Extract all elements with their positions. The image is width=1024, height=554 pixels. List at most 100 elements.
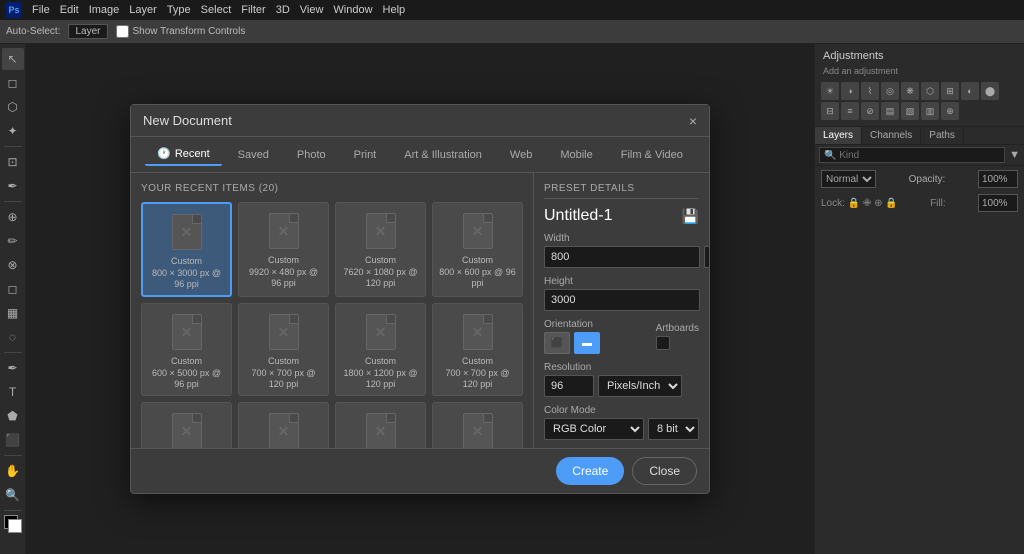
adj-posterize[interactable]: ▤ — [881, 102, 899, 120]
fill-input[interactable] — [978, 194, 1018, 212]
tool-crop[interactable]: ⊡ — [2, 151, 24, 173]
adj-contrast[interactable]: ◑ — [841, 82, 859, 100]
adj-channel-mixer[interactable]: ⊟ — [821, 102, 839, 120]
recent-item-11[interactable]: ✕ — [432, 402, 523, 448]
recent-item-2[interactable]: ✕ Custom 7620 × 1080 px @ 120 ppi — [335, 202, 426, 297]
tab-art-illustration[interactable]: Art & Illustration — [392, 145, 494, 165]
tool-gradient[interactable]: ▦ — [2, 302, 24, 324]
tab-mobile[interactable]: Mobile — [548, 145, 604, 165]
width-input[interactable] — [544, 246, 700, 268]
doc-icon-7: ✕ — [463, 314, 493, 350]
recent-item-7[interactable]: ✕ Custom 700 × 700 px @ 120 ppi — [432, 303, 523, 396]
save-preset-icon[interactable]: 💾 — [682, 208, 699, 225]
foreground-color-swatch[interactable] — [4, 515, 22, 533]
doc-icon-container: ✕ — [169, 411, 205, 448]
adj-brightness[interactable]: ☀ — [821, 82, 839, 100]
tool-path[interactable]: ⬟ — [2, 405, 24, 427]
recent-item-4[interactable]: ✕ Custom 600 × 5000 px @ 96 ppi — [141, 303, 232, 396]
tab-layers[interactable]: Layers — [815, 127, 862, 144]
close-dialog-button[interactable]: Close — [632, 457, 697, 485]
tab-photo[interactable]: Photo — [285, 145, 338, 165]
tool-brush[interactable]: ✏ — [2, 230, 24, 252]
adj-gradient-map[interactable]: ▥ — [921, 102, 939, 120]
tool-shape[interactable]: ⬛ — [2, 429, 24, 451]
adj-vibrance[interactable]: ❋ — [901, 82, 919, 100]
adj-bw[interactable]: ◐ — [961, 82, 979, 100]
portrait-button[interactable]: ⬛ — [544, 332, 570, 354]
item-label-5: Custom 700 × 700 px @ 120 ppi — [243, 356, 324, 391]
tool-eyedropper[interactable]: ✒ — [2, 175, 24, 197]
width-label: Width — [544, 233, 699, 244]
resolution-input[interactable] — [544, 375, 594, 397]
tool-magic-wand[interactable]: ✦ — [2, 120, 24, 142]
menu-layer[interactable]: Layer — [129, 4, 157, 16]
layers-search-input[interactable] — [819, 147, 1005, 163]
doc-icon-container: ✕ — [363, 312, 399, 352]
tool-type[interactable]: T — [2, 381, 24, 403]
blend-mode-select[interactable]: Normal — [821, 170, 876, 188]
menu-select[interactable]: Select — [201, 4, 232, 16]
tool-select[interactable]: ◻ — [2, 72, 24, 94]
tool-move[interactable]: ↖ — [2, 48, 24, 70]
tool-hand[interactable]: ✋ — [2, 460, 24, 482]
adj-color-lookup[interactable]: ≡ — [841, 102, 859, 120]
adj-threshold[interactable]: ▧ — [901, 102, 919, 120]
menu-window[interactable]: Window — [333, 4, 372, 16]
width-unit-select[interactable]: Pixels — [704, 246, 709, 268]
adj-selective-color[interactable]: ⊕ — [941, 102, 959, 120]
menu-3d[interactable]: 3D — [276, 4, 290, 16]
adj-curves[interactable]: ⌇ — [861, 82, 879, 100]
transform-checkbox[interactable] — [116, 25, 129, 38]
tool-dodge[interactable]: ◌ — [2, 326, 24, 348]
adj-exposure[interactable]: ◎ — [881, 82, 899, 100]
tab-print[interactable]: Print — [342, 145, 389, 165]
recent-item-3[interactable]: ✕ Custom 800 × 600 px @ 96 ppi — [432, 202, 523, 297]
menu-filter[interactable]: Filter — [241, 4, 265, 16]
recent-item-0[interactable]: ✕ Custom 800 × 3000 px @ 96 ppi — [141, 202, 232, 297]
menu-type[interactable]: Type — [167, 4, 191, 16]
menu-edit[interactable]: Edit — [60, 4, 79, 16]
recent-item-1[interactable]: ✕ Custom 9920 × 480 px @ 96 ppi — [238, 202, 329, 297]
recent-item-9[interactable]: ✕ — [238, 402, 329, 448]
tab-paths[interactable]: Paths — [921, 127, 964, 144]
recent-item-6[interactable]: ✕ Custom 1800 × 1200 px @ 120 ppi — [335, 303, 426, 396]
orientation-artboard-row: Orientation ⬛ ▬ Artboards — [544, 319, 699, 354]
color-mode-select[interactable]: RGB Color — [544, 418, 644, 440]
doc-icon-container: ✕ — [266, 411, 302, 448]
resolution-unit-select[interactable]: Pixels/Inch — [598, 375, 682, 397]
dialog-close-button[interactable]: × — [689, 114, 697, 128]
recent-item-5[interactable]: ✕ Custom 700 × 700 px @ 120 ppi — [238, 303, 329, 396]
tab-web[interactable]: Web — [498, 145, 544, 165]
recent-item-8[interactable]: ✕ — [141, 402, 232, 448]
menu-view[interactable]: View — [300, 4, 324, 16]
tool-lasso[interactable]: ⬡ — [2, 96, 24, 118]
menu-help[interactable]: Help — [383, 4, 406, 16]
adj-invert[interactable]: ⊘ — [861, 102, 879, 120]
tab-channels[interactable]: Channels — [862, 127, 921, 144]
artboard-checkbox[interactable] — [656, 336, 670, 350]
landscape-button[interactable]: ▬ — [574, 332, 600, 354]
height-input[interactable] — [544, 289, 700, 311]
tool-heal[interactable]: ⊕ — [2, 206, 24, 228]
recent-item-10[interactable]: ✕ — [335, 402, 426, 448]
adj-hsl[interactable]: ⬡ — [921, 82, 939, 100]
preset-name-row: Untitled-1 💾 — [544, 207, 699, 225]
layer-select[interactable]: Layer — [68, 24, 107, 39]
tool-pen[interactable]: ✒ — [2, 357, 24, 379]
tool-zoom[interactable]: 🔍 — [2, 484, 24, 506]
tab-saved[interactable]: Saved — [226, 145, 281, 165]
artboards-label: Artboards — [656, 323, 699, 334]
adj-photo-filter[interactable]: ⬤ — [981, 82, 999, 100]
tab-film-video[interactable]: Film & Video — [609, 145, 695, 165]
doc-icon-container: ✕ — [460, 411, 496, 448]
adj-color-balance[interactable]: ⊞ — [941, 82, 959, 100]
filter-icon[interactable]: ▼ — [1009, 149, 1020, 161]
tool-clone[interactable]: ⊗ — [2, 254, 24, 276]
create-button[interactable]: Create — [556, 457, 624, 485]
menu-file[interactable]: File — [32, 4, 50, 16]
tab-recent[interactable]: 🕐 Recent — [145, 143, 222, 166]
menu-image[interactable]: Image — [89, 4, 120, 16]
tool-eraser[interactable]: ◻ — [2, 278, 24, 300]
opacity-input[interactable] — [978, 170, 1018, 188]
color-depth-select[interactable]: 8 bit — [648, 418, 699, 440]
